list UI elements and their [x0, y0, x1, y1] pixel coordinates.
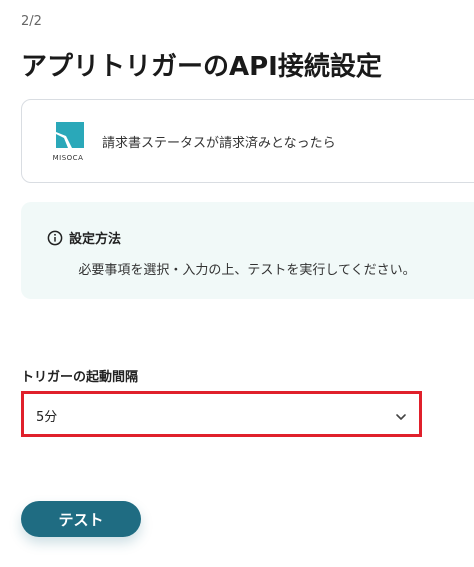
- info-header: 設定方法: [47, 228, 121, 247]
- info-title: 設定方法: [69, 232, 122, 247]
- trigger-description: 請求書ステータスが請求済みとなったら: [102, 136, 336, 151]
- step-indicator: 2/2: [21, 14, 42, 29]
- misoca-logo: MISOCA: [52, 122, 84, 162]
- misoca-logo-text: MISOCA: [52, 154, 84, 162]
- info-description: 必要事項を選択・入力の上、テストを実行してください。: [78, 263, 416, 278]
- interval-select[interactable]: 5分: [24, 394, 419, 434]
- app-trigger-card: MISOCA 請求書ステータスが請求済みとなったら: [21, 99, 474, 183]
- interval-select-highlight: 5分: [21, 391, 422, 437]
- interval-select-value: 5分: [36, 410, 58, 425]
- chevron-down-icon: [395, 408, 407, 420]
- trigger-interval-label: トリガーの起動間隔: [21, 370, 139, 385]
- info-box: 設定方法 必要事項を選択・入力の上、テストを実行してください。: [21, 202, 474, 299]
- info-circle-icon: [47, 230, 63, 246]
- page-title: アプリトリガーのAPI接続設定: [21, 52, 382, 82]
- misoca-logo-icon: [56, 122, 84, 148]
- test-button[interactable]: テスト: [21, 501, 141, 537]
